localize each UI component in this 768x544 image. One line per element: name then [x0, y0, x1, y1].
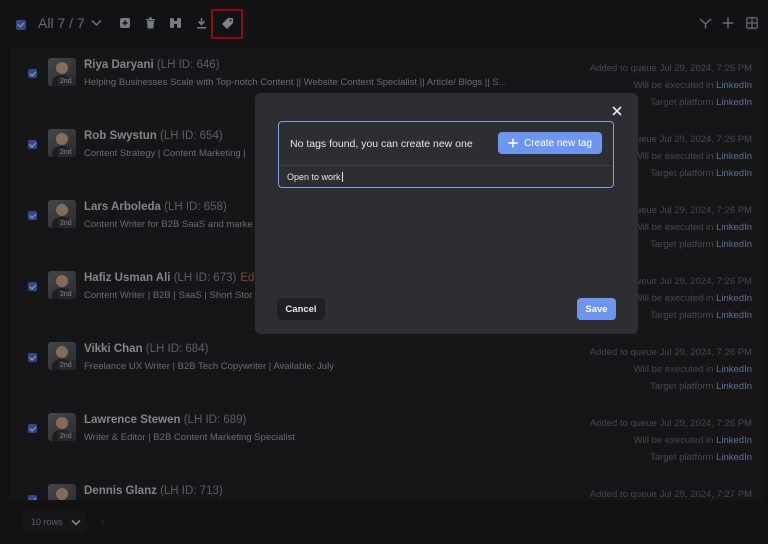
- no-tags-message: No tags found, you can create new one: [290, 138, 473, 150]
- cancel-button[interactable]: Cancel: [277, 298, 325, 320]
- tag-results: No tags found, you can create new one Cr…: [279, 122, 613, 166]
- close-icon[interactable]: [610, 104, 624, 118]
- create-new-tag-button[interactable]: Create new tag: [498, 132, 602, 154]
- save-button[interactable]: Save: [577, 298, 616, 320]
- add-tag-modal: No tags found, you can create new one Cr…: [255, 93, 638, 334]
- tag-name-input[interactable]: Open to work: [287, 172, 343, 182]
- tag-selector: No tags found, you can create new one Cr…: [278, 121, 614, 188]
- plus-icon: [508, 138, 518, 148]
